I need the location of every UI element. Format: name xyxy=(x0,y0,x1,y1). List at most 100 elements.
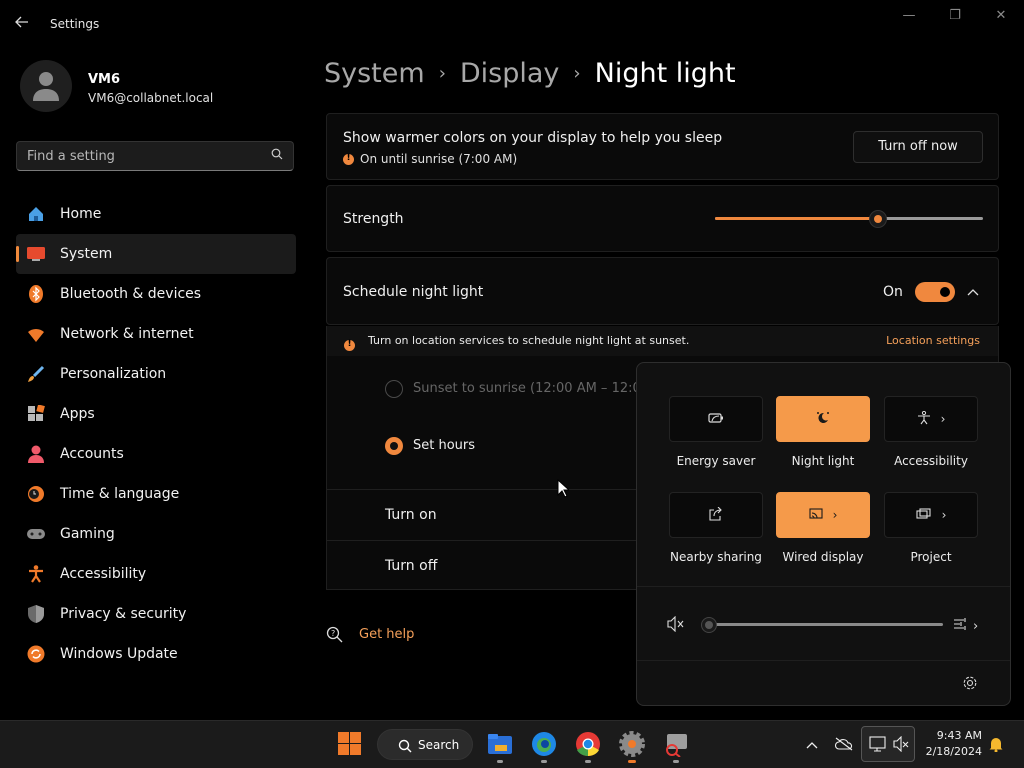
sidebar-item-apps[interactable]: Apps xyxy=(16,394,296,434)
tile-label: Wired display xyxy=(782,550,864,564)
home-icon xyxy=(26,204,46,224)
notification-bell-icon[interactable] xyxy=(988,736,1004,756)
schedule-label: Schedule night light xyxy=(343,284,484,300)
start-icon[interactable] xyxy=(338,732,361,759)
night-light-tile[interactable] xyxy=(776,396,870,442)
running-indicator xyxy=(497,760,503,763)
sidebar-item-windows-update[interactable]: Windows Update xyxy=(16,634,296,674)
slider-thumb[interactable] xyxy=(701,617,717,633)
sidebar-item-label: Personalization xyxy=(60,366,167,382)
mouse-cursor-icon xyxy=(557,478,571,502)
share-icon xyxy=(709,506,723,524)
onedrive-offline-icon[interactable] xyxy=(834,736,853,755)
chevron-right-icon: › xyxy=(940,412,946,426)
taskbar-search-label: Search xyxy=(418,738,460,752)
volume-slider[interactable] xyxy=(701,616,943,634)
chevron-up-icon[interactable] xyxy=(967,284,979,303)
sidebar-item-label: Network & internet xyxy=(60,326,194,342)
shield-icon xyxy=(26,604,46,624)
divider xyxy=(637,660,1010,661)
accessibility-tile[interactable]: › xyxy=(884,396,978,442)
sidebar-item-gaming[interactable]: Gaming xyxy=(16,514,296,554)
strength-slider[interactable] xyxy=(715,210,983,228)
wifi-icon xyxy=(26,324,46,344)
close-icon[interactable]: ✕ xyxy=(986,8,1016,28)
sidebar-item-time-language[interactable]: Time & language xyxy=(16,474,296,514)
sidebar-item-label: Apps xyxy=(60,406,95,422)
bluetooth-icon xyxy=(26,284,46,304)
system-icon xyxy=(26,244,46,264)
sidebar-item-label: Time & language xyxy=(60,486,180,502)
user-name: VM6 xyxy=(88,72,121,87)
back-arrow-icon[interactable] xyxy=(14,14,34,34)
night-light-status: On until sunrise (7:00 AM) xyxy=(343,152,517,166)
breadcrumb-display[interactable]: Display xyxy=(460,58,560,89)
chevron-right-icon: › xyxy=(941,508,947,522)
get-help-link[interactable]: Get help xyxy=(359,627,414,642)
gear-icon[interactable] xyxy=(962,675,978,695)
schedule-toggle[interactable] xyxy=(915,282,955,302)
sidebar-item-label: Windows Update xyxy=(60,646,178,662)
schedule-card[interactable]: Schedule night light On xyxy=(326,257,999,325)
sidebar-item-label: Home xyxy=(60,206,102,222)
tile-label: Accessibility xyxy=(894,454,968,468)
settings-app-icon[interactable] xyxy=(619,731,645,757)
sidebar-item-label: Accessibility xyxy=(60,566,147,582)
sunset-option-label: Sunset to sunrise (12:00 AM – 12:00 A xyxy=(413,381,663,396)
sunset-radio[interactable] xyxy=(385,380,403,398)
file-explorer-icon[interactable] xyxy=(487,731,513,757)
update-icon xyxy=(26,644,46,664)
sidebar-item-label: Privacy & security xyxy=(60,606,187,622)
sidebar-item-bluetooth[interactable]: Bluetooth & devices xyxy=(16,274,296,314)
help-icon: ? xyxy=(326,626,344,648)
gamepad-icon xyxy=(26,524,46,544)
sidebar-item-label: Accounts xyxy=(60,446,124,462)
taskbar-search[interactable]: Search xyxy=(377,729,473,760)
sidebar-item-home[interactable]: Home xyxy=(16,194,296,234)
turn-off-now-button[interactable]: Turn off now xyxy=(853,131,983,163)
wired-display-tile[interactable]: › xyxy=(776,492,870,538)
running-indicator xyxy=(585,760,591,763)
night-light-icon xyxy=(815,410,831,429)
clock[interactable]: 9:43 AM 2/18/2024 xyxy=(906,728,982,760)
edge-browser-icon[interactable] xyxy=(531,731,557,757)
maximize-icon[interactable]: ❐ xyxy=(940,8,970,28)
sidebar-item-personalization[interactable]: Personalization xyxy=(16,354,296,394)
search-input[interactable]: Find a setting xyxy=(16,141,294,171)
sidebar-item-system[interactable]: System xyxy=(16,234,296,274)
breadcrumb-system[interactable]: System xyxy=(324,58,425,89)
clock-globe-icon xyxy=(26,484,46,504)
warning-icon xyxy=(343,153,354,165)
set-hours-radio[interactable] xyxy=(385,437,403,455)
search-placeholder: Find a setting xyxy=(27,149,115,164)
chevron-right-icon: › xyxy=(573,63,581,84)
slider-track xyxy=(707,623,943,626)
apps-icon xyxy=(26,404,46,424)
sidebar-item-accounts[interactable]: Accounts xyxy=(16,434,296,474)
mute-icon[interactable] xyxy=(667,615,685,636)
turn-on-label: Turn on xyxy=(385,507,437,523)
energy-saver-tile[interactable] xyxy=(669,396,763,442)
nearby-sharing-tile[interactable] xyxy=(669,492,763,538)
chevron-up-icon[interactable] xyxy=(806,737,818,756)
turn-off-label: Turn off xyxy=(385,558,438,574)
chevron-right-icon: › xyxy=(438,63,446,84)
slider-thumb[interactable] xyxy=(869,210,887,228)
sidebar-item-accessibility[interactable]: Accessibility xyxy=(16,554,296,594)
location-notice-bar: Turn on location services to schedule ni… xyxy=(326,326,999,356)
running-indicator xyxy=(673,760,679,763)
active-indicator xyxy=(628,760,636,763)
snipping-tool-icon[interactable] xyxy=(663,731,689,758)
sidebar-item-privacy[interactable]: Privacy & security xyxy=(16,594,296,634)
minimize-icon[interactable]: — xyxy=(894,8,924,28)
sidebar-item-network[interactable]: Network & internet xyxy=(16,314,296,354)
search-icon xyxy=(398,738,412,757)
audio-output-button[interactable]: › xyxy=(953,616,978,636)
running-indicator xyxy=(541,760,547,763)
avatar[interactable] xyxy=(20,60,72,112)
location-settings-link[interactable]: Location settings xyxy=(886,334,980,347)
project-tile[interactable]: › xyxy=(884,492,978,538)
chrome-icon[interactable] xyxy=(575,731,601,757)
accessibility-icon xyxy=(917,410,931,428)
tile-label: Energy saver xyxy=(676,454,756,468)
